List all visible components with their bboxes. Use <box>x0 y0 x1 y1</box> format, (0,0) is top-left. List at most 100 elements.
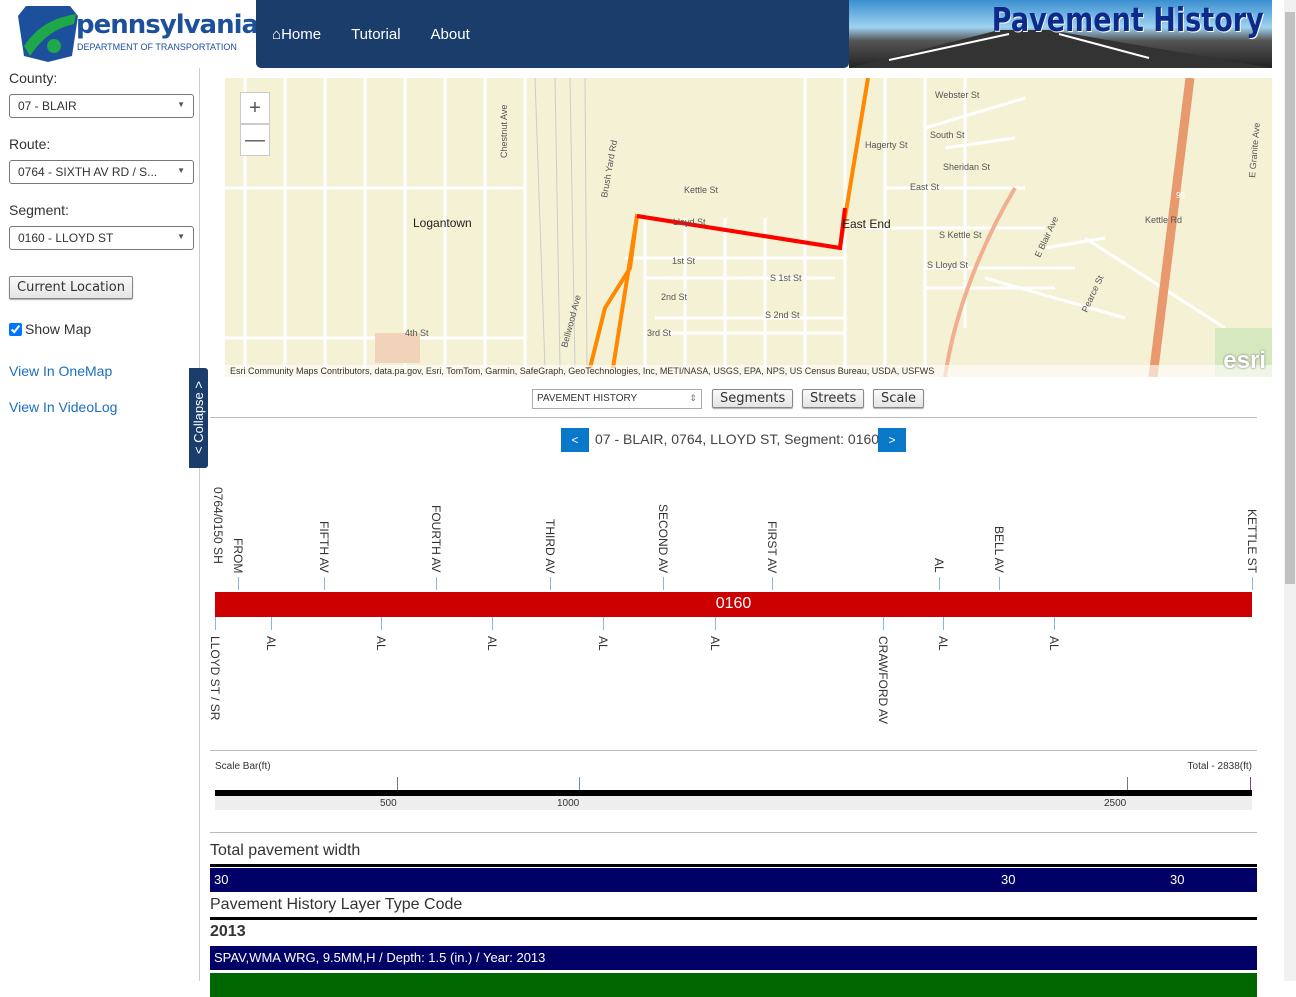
map[interactable]: Logantown East End Kettle St Lloyd St 1s… <box>225 78 1272 377</box>
nav-about[interactable]: About <box>431 26 470 43</box>
zoom-in-button[interactable]: + <box>240 92 270 124</box>
segment-bar[interactable]: 0160 <box>215 592 1252 617</box>
streets-button[interactable]: Streets <box>802 389 865 408</box>
layer-select[interactable]: PAVEMENT HISTORY <box>532 389 702 409</box>
scale-label: 1000 <box>557 798 580 809</box>
scale-tick <box>1127 777 1128 790</box>
map-streets: Logantown East End Kettle St Lloyd St 1s… <box>225 78 1272 377</box>
svg-text:Brush Yard Rd: Brush Yard Rd <box>599 139 619 198</box>
nav-home[interactable]: ⌂Home <box>272 26 321 43</box>
route-label: Route: <box>9 136 51 152</box>
layer-bar[interactable]: SPAV,WMA WRG, 9.5MM,H / Depth: 1.5 (in.)… <box>210 946 1257 970</box>
section-rule <box>210 864 1257 867</box>
svg-text:Logantown: Logantown <box>413 216 472 230</box>
cross-street-label: FIRST AV <box>765 520 779 573</box>
svg-text:E Granite Ave: E Granite Ave <box>1247 122 1262 178</box>
view-onemap-link[interactable]: View In OneMap <box>9 363 112 379</box>
cross-street-label: FROM <box>231 537 245 573</box>
layer-year: 2013 <box>210 923 246 940</box>
show-map-checkbox[interactable] <box>9 322 22 336</box>
top-tick <box>238 577 239 590</box>
section-rule <box>210 917 1257 920</box>
svg-text:South St: South St <box>930 130 965 140</box>
scale-tick <box>397 777 398 790</box>
width-value: 30 <box>214 872 229 887</box>
cross-street-label: AL <box>374 636 388 651</box>
layer-section-title: Pavement History Layer Type Code <box>210 896 463 913</box>
top-tick <box>550 577 551 590</box>
collapse-toggle[interactable]: < Collapse > <box>189 368 208 468</box>
scrollbar-thumb[interactable] <box>1285 12 1295 584</box>
logo-subtitle: DEPARTMENT OF TRANSPORTATION <box>77 42 237 52</box>
bottom-tick <box>492 617 493 630</box>
bottom-tick <box>603 617 604 630</box>
cross-street-label: SECOND AV <box>656 503 670 573</box>
cross-street-label: BELL AV <box>992 526 1006 573</box>
next-segment-button[interactable]: > <box>878 428 906 452</box>
segment-select[interactable]: 0160 - LLOYD ST <box>9 226 194 250</box>
width-bar[interactable]: 30 30 30 <box>210 868 1257 892</box>
cross-street-label: FOURTH AV <box>429 505 443 573</box>
layer-bar[interactable] <box>210 973 1257 997</box>
svg-text:Webster St: Webster St <box>935 90 980 100</box>
svg-text:Kettle Rd: Kettle Rd <box>1145 215 1182 225</box>
current-location-button[interactable]: Current Location <box>9 276 133 299</box>
svg-text:1st St: 1st St <box>672 256 696 266</box>
scale-bar-title: Scale Bar(ft) <box>215 761 271 772</box>
show-map-toggle[interactable]: Show Map <box>9 321 91 337</box>
cross-street-label: AL <box>932 558 946 573</box>
cross-street-label: CRAWFORD AV <box>876 636 890 725</box>
svg-text:99: 99 <box>1176 191 1185 200</box>
segment-title: 07 - BLAIR, 0764, LLOYD ST, Segment: 016… <box>595 431 880 447</box>
svg-text:4th St: 4th St <box>405 328 429 338</box>
divider <box>210 417 1257 418</box>
top-tick <box>324 577 325 590</box>
width-section-title: Total pavement width <box>210 842 361 859</box>
view-videolog-link[interactable]: View In VideoLog <box>9 399 117 415</box>
svg-text:Bellwood Ave: Bellwood Ave <box>559 294 583 349</box>
county-label: County: <box>9 70 58 86</box>
penndot-logo[interactable]: pennsylvania DEPARTMENT OF TRANSPORTATIO… <box>18 6 259 62</box>
bottom-tick <box>943 617 944 630</box>
zoom-out-button[interactable]: — <box>240 124 270 156</box>
top-tick <box>663 577 664 590</box>
bottom-tick <box>883 617 884 630</box>
map-attribution: Esri Community Maps Contributors, data.p… <box>225 365 1272 377</box>
county-select[interactable]: 07 - BLAIR <box>9 94 194 118</box>
scale-button[interactable]: Scale <box>873 389 924 408</box>
start-label: 0764/0150 SH <box>211 487 225 564</box>
esri-logo: esri <box>1223 347 1266 374</box>
svg-text:Kettle St: Kettle St <box>684 185 719 195</box>
scale-label: 500 <box>380 798 397 809</box>
bottom-tick <box>381 617 382 630</box>
svg-text:Lloyd St: Lloyd St <box>673 217 706 227</box>
top-tick <box>939 577 940 590</box>
svg-text:East End: East End <box>842 217 891 231</box>
svg-text:Sheridan St: Sheridan St <box>943 162 991 172</box>
top-nav: ⌂Home Tutorial About <box>256 0 849 68</box>
bottom-tick <box>215 617 216 630</box>
segments-button[interactable]: Segments <box>712 389 794 408</box>
scale-tick <box>1250 777 1251 790</box>
svg-text:Hagerty St: Hagerty St <box>865 140 908 150</box>
svg-text:S 1st St: S 1st St <box>770 273 802 283</box>
svg-text:2nd St: 2nd St <box>661 292 688 302</box>
route-select[interactable]: 0764 - SIXTH AV RD / S... <box>9 160 194 184</box>
svg-text:East St: East St <box>910 182 940 192</box>
divider <box>210 832 1257 833</box>
svg-text:S Kettle St: S Kettle St <box>939 230 982 240</box>
scale-tick <box>579 777 580 790</box>
svg-text:S Lloyd St: S Lloyd St <box>927 260 969 270</box>
bottom-tick <box>271 617 272 630</box>
cross-street-label: AL <box>1047 636 1061 651</box>
cross-street-label: AL <box>708 636 722 651</box>
scale-bar-band <box>215 796 1252 810</box>
home-icon: ⌂ <box>272 25 282 43</box>
width-value: 30 <box>1001 872 1016 887</box>
nav-tutorial[interactable]: Tutorial <box>351 26 400 43</box>
scale-bar-total: Total - 2838(ft) <box>1187 761 1252 772</box>
top-tick <box>999 577 1000 590</box>
prev-segment-button[interactable]: < <box>561 428 589 452</box>
svg-text:Chestnut Ave: Chestnut Ave <box>499 105 509 158</box>
cross-street-label: AL <box>936 636 950 651</box>
